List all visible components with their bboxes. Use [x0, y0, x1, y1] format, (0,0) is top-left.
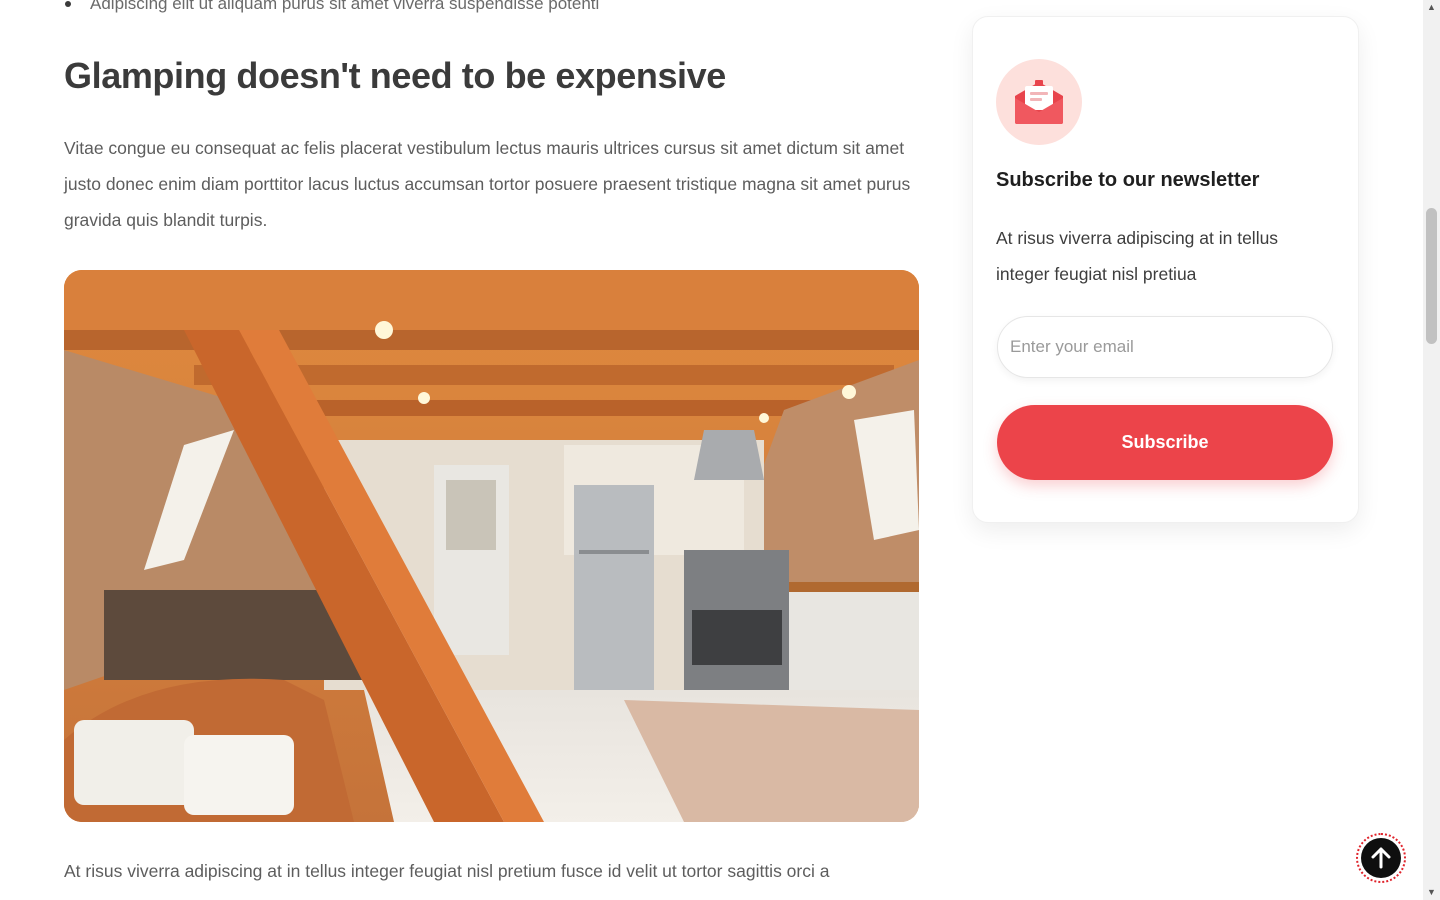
- back-to-top-button[interactable]: [1356, 833, 1406, 883]
- list-item-text: Adipiscing elit ut aliquam purus sit ame…: [90, 0, 600, 13]
- newsletter-title: Subscribe to our newsletter: [996, 169, 1260, 191]
- arrow-up-icon: [1361, 838, 1401, 878]
- email-input[interactable]: [997, 316, 1333, 378]
- newsletter-description: At risus viverra adipiscing at in tellus…: [996, 228, 1279, 284]
- cabin-interior-image: [64, 270, 919, 822]
- envelope-icon: [996, 59, 1082, 145]
- page-scrollbar[interactable]: ▲ ▼: [1423, 0, 1440, 900]
- article-paragraph-2: At risus viverra adipiscing at in tellus…: [64, 861, 830, 881]
- section-heading: Glamping doesn't need to be expensive: [64, 55, 726, 96]
- scroll-up-arrow-icon[interactable]: ▲: [1427, 2, 1436, 12]
- scrollbar-thumb[interactable]: [1426, 208, 1437, 344]
- article-paragraph: Vitae congue eu consequat ac felis place…: [64, 138, 911, 230]
- list-item: Adipiscing elit ut aliquam purus sit ame…: [64, 0, 599, 14]
- scroll-down-arrow-icon[interactable]: ▼: [1427, 887, 1436, 897]
- bullet-icon: [65, 1, 71, 7]
- newsletter-card: Subscribe to our newsletter At risus viv…: [972, 16, 1359, 523]
- subscribe-button[interactable]: Subscribe: [997, 405, 1333, 480]
